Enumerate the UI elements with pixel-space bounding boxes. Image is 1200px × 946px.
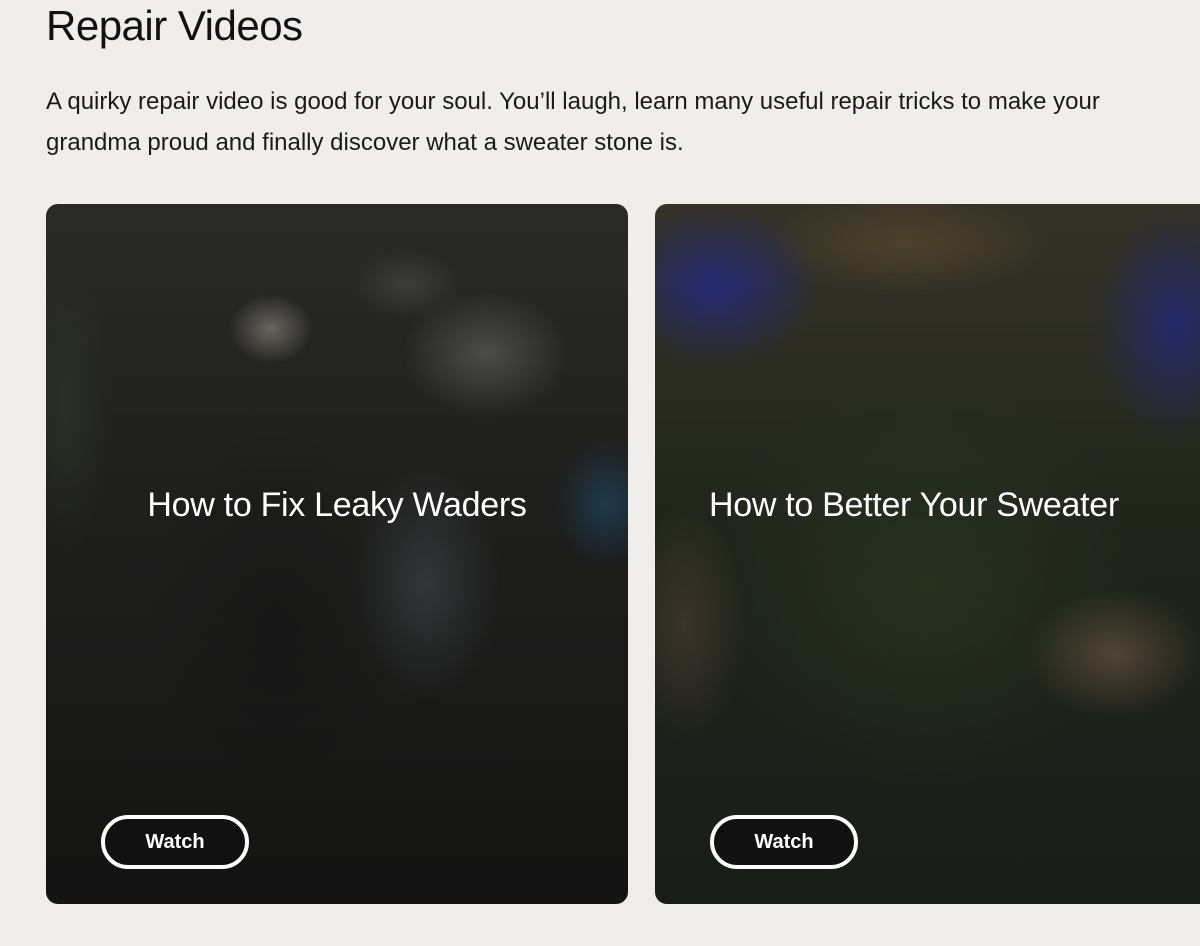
video-card-title: How to Fix Leaky Waders: [147, 486, 527, 524]
section-title: Repair Videos: [46, 2, 303, 49]
section-description: A quirky repair video is good for your s…: [46, 88, 1100, 156]
video-card-title: How to Better Your Sweater: [709, 486, 1119, 524]
video-card-better-sweater[interactable]: How to Better Your Sweater Watch: [655, 204, 1200, 904]
video-card-leaky-waders[interactable]: How to Fix Leaky Waders Watch: [46, 204, 628, 904]
thumbnail-overlay: [46, 204, 628, 904]
watch-button[interactable]: Watch: [710, 815, 858, 869]
watch-button[interactable]: Watch: [101, 815, 249, 869]
thumbnail-overlay: [655, 204, 1200, 904]
